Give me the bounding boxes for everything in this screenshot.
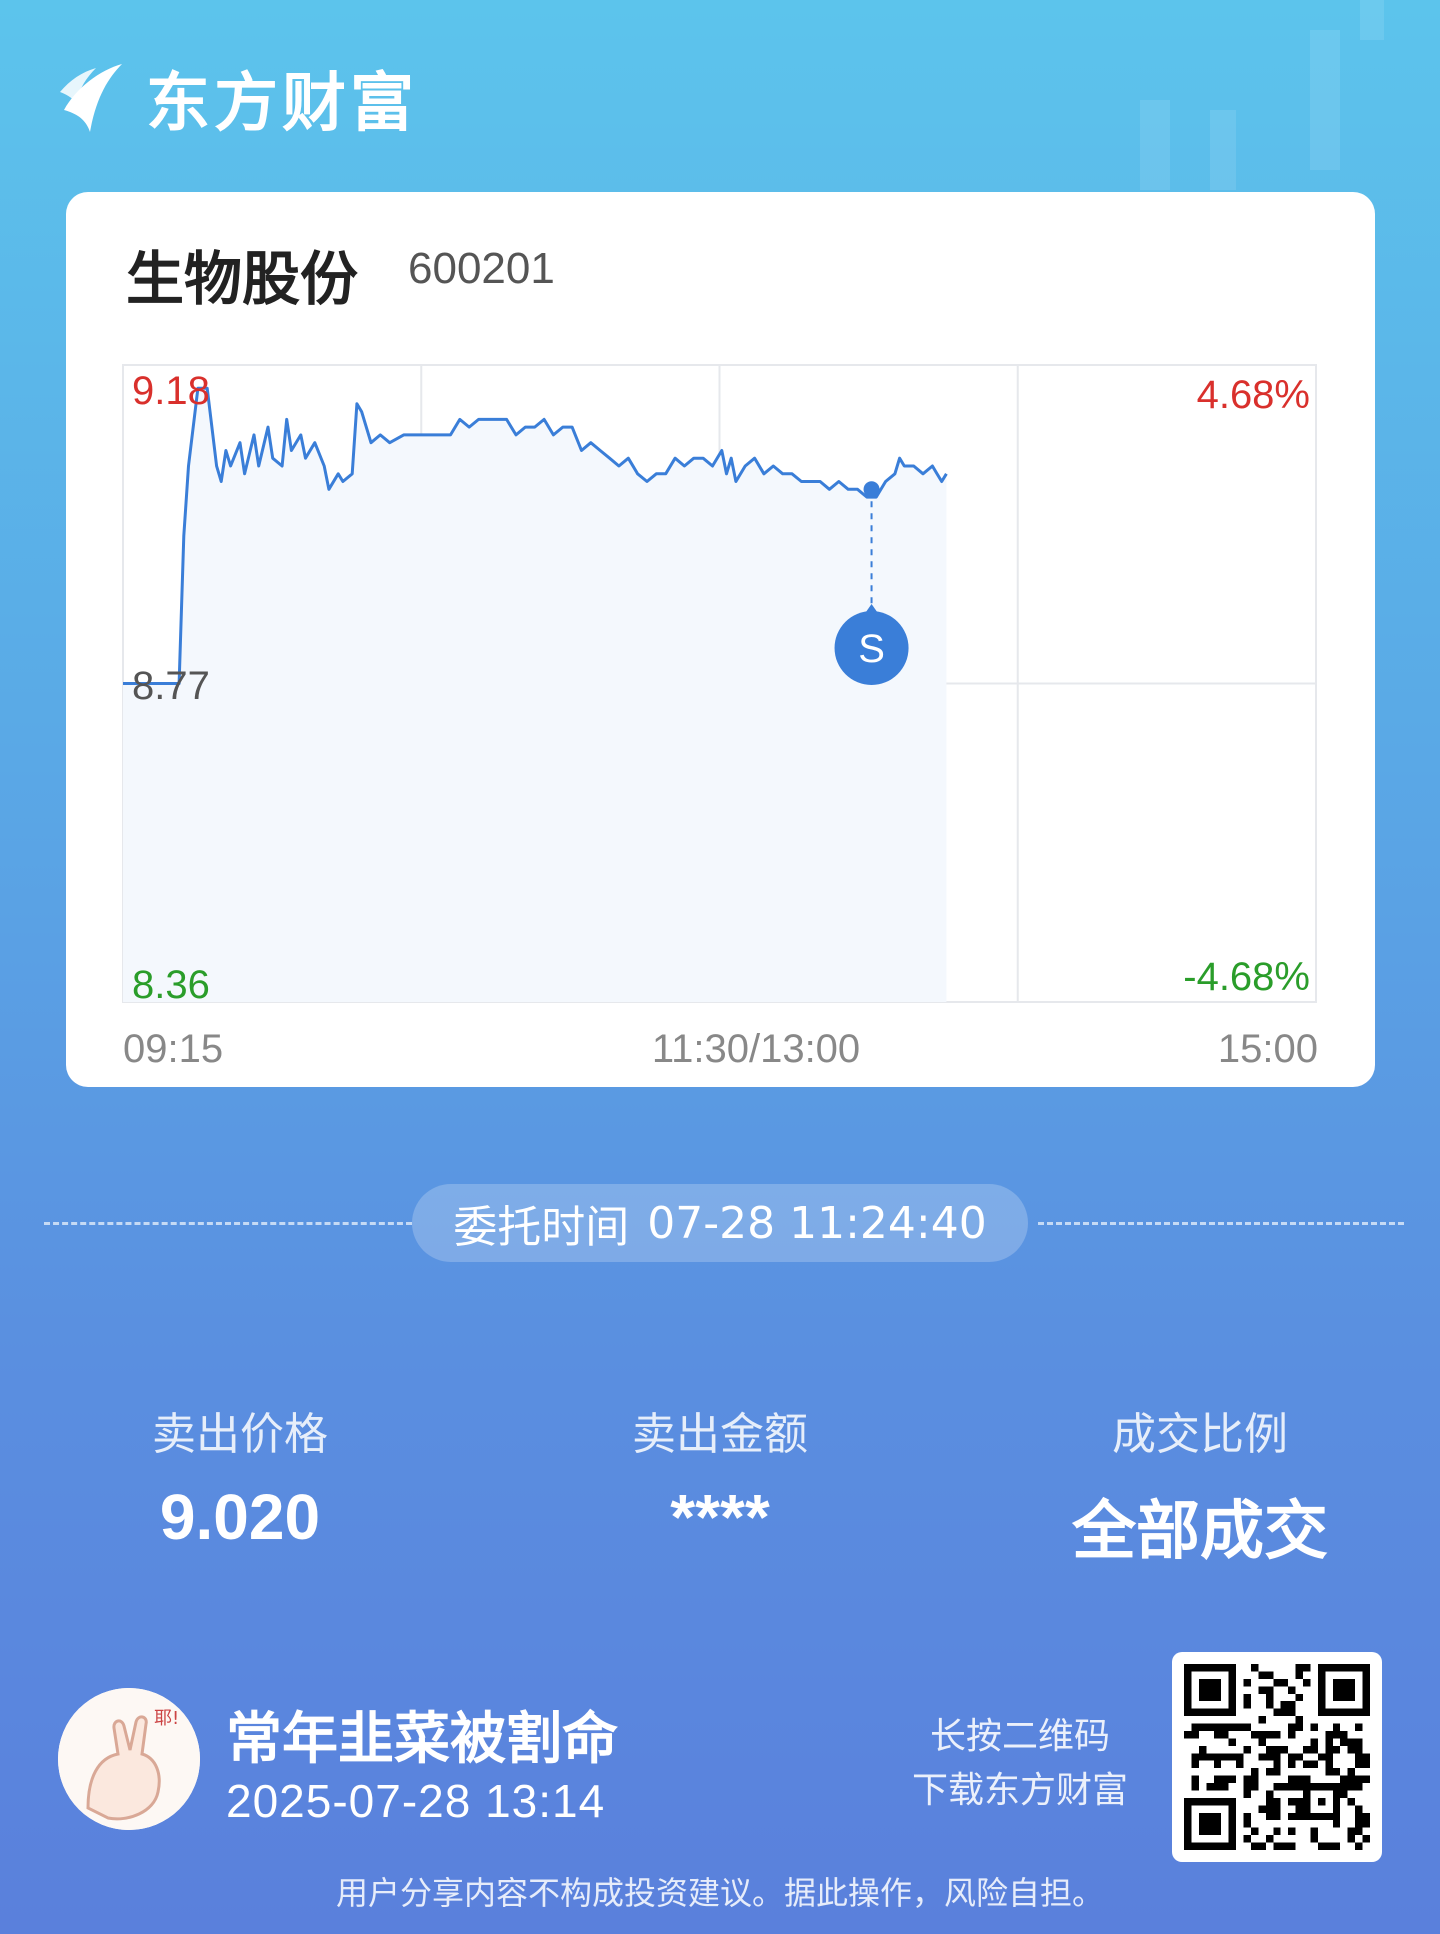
decorative-candle xyxy=(1210,110,1236,190)
stat-label: 成交比例 xyxy=(1112,1409,1288,1460)
y-label-bottom: 8.36 xyxy=(132,963,210,1007)
qr-code[interactable] xyxy=(1172,1652,1382,1862)
stat-fill-ratio: 成交比例 全部成交 xyxy=(1020,1398,1380,1572)
y-label-top: 9.18 xyxy=(132,369,210,413)
stat-value: 全部成交 xyxy=(1072,1495,1328,1569)
pct-label-top: 4.68% xyxy=(1197,373,1310,417)
marker-label: S xyxy=(858,627,885,671)
disclaimer: 用户分享内容不构成投资建议。据此操作，风险自担。 xyxy=(335,1874,1104,1912)
order-time-label: 委托时间 xyxy=(453,1202,630,1253)
avatar[interactable]: 耶! xyxy=(58,1688,200,1830)
order-time-value: 07-28 11:24:40 xyxy=(647,1197,987,1249)
pct-label-bottom: -4.68% xyxy=(1183,955,1310,999)
stat-sell-amount: 卖出金额 **** xyxy=(540,1398,900,1554)
stat-label: 卖出金额 xyxy=(632,1409,808,1460)
qr-hint: 长按二维码 下载东方财富 xyxy=(880,1710,1160,1818)
user-name: 常年韭菜被割命 xyxy=(226,1707,618,1772)
stat-value: **** xyxy=(670,1481,770,1553)
price-area xyxy=(123,388,947,1002)
decorative-candle xyxy=(1360,0,1384,40)
qr-hint-line1: 长按二维码 xyxy=(929,1716,1110,1757)
order-time-row: 委托时间 07-28 11:24:40 xyxy=(0,1184,1440,1264)
logo-icon xyxy=(60,64,122,132)
intraday-chart: S 9.18 8.77 8.36 4.68% -4.68% 09:15 11:30/13:00… xyxy=(122,364,1318,1071)
y-label-mid: 8.77 xyxy=(132,664,210,708)
x-tick-label: 11:30/13:00 xyxy=(652,1027,860,1071)
brand-name: 东方财富 xyxy=(146,67,418,141)
decorative-candle xyxy=(1140,100,1170,190)
stock-name: 生物股份 xyxy=(126,245,359,313)
dash-divider-left xyxy=(44,1222,412,1225)
dash-divider-right xyxy=(1038,1222,1404,1225)
stat-sell-price: 卖出价格 9.020 xyxy=(60,1398,420,1554)
stock-code: 600201 xyxy=(408,244,555,293)
qr-code-icon xyxy=(1184,1664,1370,1850)
stat-label: 卖出价格 xyxy=(152,1409,328,1460)
brand-logo: 东方财富 xyxy=(56,52,418,144)
decorative-candle xyxy=(1310,30,1340,170)
order-time-pill: 委托时间 07-28 11:24:40 xyxy=(412,1184,1028,1262)
x-tick-label: 15:00 xyxy=(1218,1027,1318,1071)
share-time: 2025-07-28 13:14 xyxy=(226,1775,606,1827)
avatar-hand-icon: 耶! xyxy=(58,1688,200,1830)
avatar-text: 耶! xyxy=(154,1708,179,1729)
marker-point xyxy=(863,481,880,498)
x-tick-label: 09:15 xyxy=(123,1027,223,1071)
stat-value: 9.020 xyxy=(159,1481,321,1553)
chart-card: S 9.18 8.77 8.36 4.68% -4.68% 09:15 11:30/13:00… xyxy=(66,192,1375,1087)
qr-hint-line2: 下载东方财富 xyxy=(911,1770,1128,1811)
